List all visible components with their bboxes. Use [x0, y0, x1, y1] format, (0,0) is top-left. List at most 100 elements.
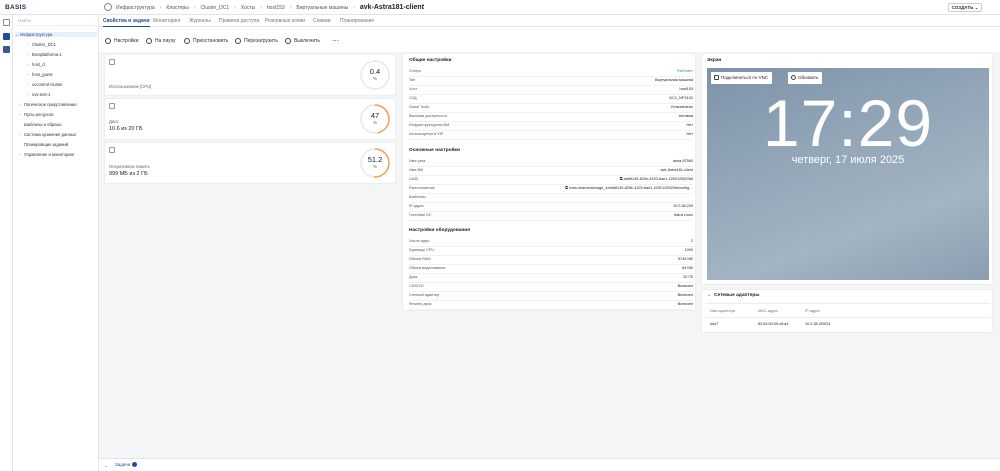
uuid-value[interactable]: ⧉ afa6f145-829e-4320-bae1-2292125920bf: [620, 177, 693, 181]
suspend-button[interactable]: Приостановить: [184, 38, 228, 44]
info-value: Активна: [678, 114, 693, 118]
breadcrumb-item[interactable]: Инфраструктура: [116, 5, 155, 11]
column-header: IP-адрес: [805, 309, 821, 313]
more-options-icon[interactable]: ⋯: [332, 37, 339, 45]
shutdown-button-label: Выключить: [294, 38, 321, 44]
sidebar-item-label: ovcontrol-cluster: [32, 82, 63, 87]
sidebar-item-templates[interactable]: Шаблоны и образы: [19, 122, 61, 127]
sidebar-item-cluster[interactable]: › Bootplatforma-1: [27, 52, 62, 57]
breadcrumb-item[interactable]: Кластеры: [166, 5, 189, 11]
pause-button[interactable]: На паузу: [146, 38, 175, 44]
settings-button[interactable]: Настройки: [105, 38, 139, 44]
info-key: Сетевой адаптер: [409, 293, 440, 297]
info-value: Установлено: [670, 105, 693, 109]
sidebar: Найти ⌄Инфраструктура › Cluster_DC1 › Boot…: [13, 15, 99, 471]
refresh-button[interactable]: Обновить: [788, 72, 823, 84]
info-row: Используется в VIP Нет: [409, 131, 693, 140]
tasks-badge: [132, 462, 138, 468]
cpu-icon: [109, 59, 115, 65]
pause-button-label: На паузу: [155, 38, 176, 44]
info-key: Число ядер: [409, 239, 430, 243]
metric-value: 10.6 из 20 ГБ: [109, 126, 143, 132]
sidebar-item-logical-view[interactable]: › Логическое представление: [19, 102, 77, 107]
infrastructure-icon[interactable]: [3, 33, 10, 40]
tab-logs[interactable]: Журналы: [189, 18, 211, 24]
disk-icon: [109, 103, 115, 109]
info-value: afa6f145-829e-4320-bae1-2292125920bf: [623, 177, 693, 181]
refresh-button-label: Обновить: [798, 75, 819, 80]
info-value: 10.0.38.209: [672, 204, 693, 208]
info-key: Флоппи диск: [409, 302, 432, 306]
tab-bar: Свойства и задачи Мониторинг Журналы Пра…: [99, 15, 1000, 27]
menu-icon[interactable]: [3, 19, 10, 26]
adapter-ip: 10.0.38.209/24: [805, 322, 831, 326]
shutdown-button[interactable]: Выключить: [285, 38, 320, 44]
sidebar-item-infrastructure[interactable]: ⌄Инфраструктура: [15, 32, 97, 37]
sidebar-item-resource-pools[interactable]: › Пулы ресурсов: [19, 112, 53, 117]
vm-info-panel: Общие настройки Статус Работает Тип Виртуа…: [402, 53, 696, 311]
info-row: Объем видеопамяти 64 МБ: [409, 265, 693, 274]
info-row: IP адрес 10.0.38.209: [409, 203, 693, 212]
breadcrumb-item[interactable]: Хосты: [241, 5, 255, 11]
info-value[interactable]: DC1_NFS102: [669, 96, 693, 100]
breadcrumb-item[interactable]: Cluster_DC1: [200, 5, 229, 11]
info-row: Гостевая ОС Astra Linux: [409, 212, 693, 221]
info-row: CD/DVD Включен: [409, 283, 693, 292]
column-header: Имя адаптера: [710, 309, 735, 313]
network-icon[interactable]: [3, 46, 10, 53]
chevron-down-icon[interactable]: ⌄: [104, 463, 108, 469]
search-input[interactable]: Найти: [17, 18, 97, 26]
vnc-connect-button[interactable]: Подключиться по VNC: [711, 72, 773, 84]
breadcrumb-item[interactable]: host153: [267, 5, 285, 11]
section-title: Общие настройки: [409, 58, 452, 63]
refresh-icon: [791, 75, 796, 80]
sidebar-item-storage[interactable]: › Система хранения данных: [19, 132, 76, 137]
sidebar-item-management[interactable]: › Управление и мониторинг: [19, 152, 75, 157]
tab-backups[interactable]: Резервные копии: [265, 18, 305, 24]
sidebar-item-label: Логическое представление: [24, 102, 77, 107]
gear-icon: [105, 38, 111, 44]
info-value: 20 ГБ: [683, 275, 693, 279]
sidebar-item-cluster[interactable]: › Cluster_DC1: [27, 42, 56, 47]
tab-access-rules[interactable]: Правила доступа: [219, 18, 259, 24]
monitor-icon: [714, 75, 719, 80]
action-toolbar: Настройки На паузу Приостановить Перезаг…: [99, 27, 1000, 52]
chevron-right-icon: ›: [234, 4, 236, 11]
pause-icon: [146, 38, 152, 44]
metric-label: Использование [CPU]: [109, 84, 152, 89]
sidebar-item-label: Шаблоны и образы: [24, 122, 62, 127]
info-key: Единицы CPU: [409, 248, 435, 252]
location-value[interactable]: ⧉ /vms-shares/storage_4/afa6f145-829e-43…: [565, 186, 693, 190]
sidebar-item-cluster[interactable]: › host_guest: [27, 72, 53, 77]
sidebar-item-cluster[interactable]: › ovcontrol-cluster: [27, 82, 63, 87]
gauge-unit: %: [372, 164, 377, 169]
suspend-button-label: Приостановить: [193, 38, 229, 44]
info-key: Гостевая ОС: [409, 213, 432, 217]
restart-button[interactable]: Перезагрузить: [235, 38, 278, 44]
gauge-value: 47: [370, 111, 380, 120]
sidebar-item-scheduler[interactable]: Планировщик заданий: [19, 142, 68, 147]
breadcrumb-item[interactable]: Виртуальные машины: [296, 5, 348, 11]
tasks-button[interactable]: Задачи: [115, 462, 138, 468]
settings-button-label: Настройки: [114, 38, 139, 44]
info-key: Имя ВМ: [409, 168, 424, 172]
chevron-down-icon[interactable]: ⌄: [707, 293, 711, 298]
sidebar-item-cluster[interactable]: › ovs-test-1: [27, 92, 50, 97]
create-button[interactable]: СОЗДАТЬ ⌄: [948, 3, 982, 12]
tab-properties[interactable]: Свойства и задачи: [103, 18, 150, 27]
section-title: Экран: [707, 58, 722, 63]
info-value[interactable]: host153: [679, 87, 693, 91]
adapter-mac: 52:54:00:00:c8:a3: [758, 322, 789, 326]
tab-monitoring[interactable]: Мониторинг: [153, 18, 181, 24]
top-bar: BASIS Инфраструктура › Кластеры › Cluster_…: [0, 0, 1000, 15]
sidebar-item-label: Инфраструктура: [20, 32, 53, 37]
chevron-right-icon: ›: [289, 4, 292, 11]
tab-snapshots[interactable]: Снимки: [313, 18, 331, 24]
vm-screenshot[interactable]: Подключиться по VNC Обновить 17:29 четве…: [707, 68, 989, 280]
tab-planning[interactable]: Планирование: [340, 18, 374, 24]
sidebar-item-label: Пулы ресурсов: [24, 112, 54, 117]
info-row: Высокая доступность Активна: [409, 113, 693, 122]
sidebar-item-cluster[interactable]: › host_cl: [27, 62, 45, 67]
back-icon[interactable]: [104, 3, 112, 11]
info-key: Диск: [409, 275, 418, 279]
